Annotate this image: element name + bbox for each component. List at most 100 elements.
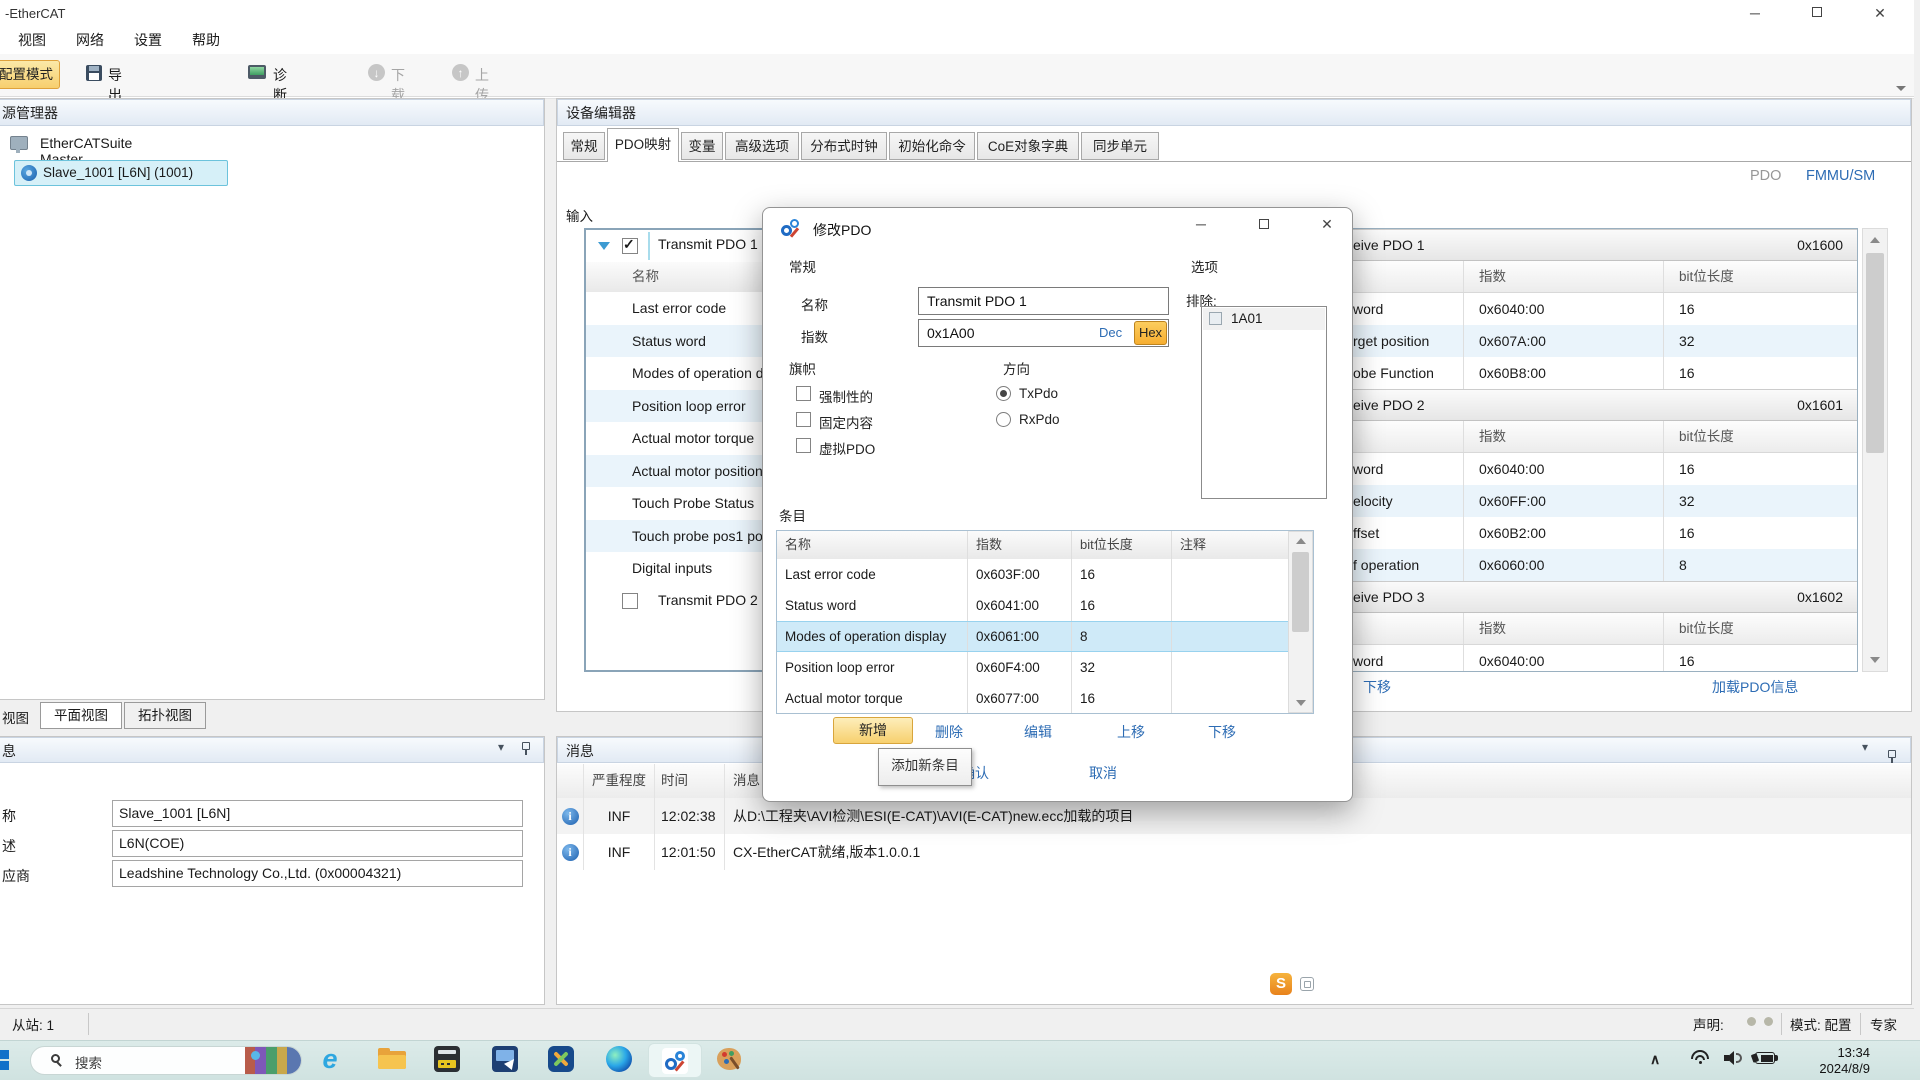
- tree-item-slave[interactable]: Slave_1001 [L6N] (1001): [14, 160, 228, 186]
- dialog-minimize-button[interactable]: ─: [1183, 216, 1219, 232]
- toolbar-overflow-chevron[interactable]: [1896, 86, 1906, 91]
- info-pin-icon[interactable]: [522, 742, 530, 750]
- tab-variables[interactable]: 变量: [681, 132, 723, 160]
- move-up-button[interactable]: 上移: [1117, 722, 1145, 742]
- dir-rxpdo-radio[interactable]: [996, 412, 1011, 427]
- info-desc-value[interactable]: L6N(COE): [112, 830, 523, 857]
- link-pdo[interactable]: PDO: [1750, 168, 1781, 184]
- scroll-up-icon[interactable]: [1870, 237, 1880, 243]
- link-fmmu-sm[interactable]: FMMU/SM: [1806, 168, 1875, 184]
- tx-pdo1-checkbox[interactable]: [622, 238, 638, 254]
- search-daily-image[interactable]: [245, 1047, 302, 1075]
- file-explorer-icon[interactable]: [378, 1048, 406, 1070]
- info-icon: i: [562, 844, 579, 861]
- entry-row[interactable]: Status word0x6041:0016: [777, 590, 1288, 621]
- rx-move-down-link[interactable]: 下移: [1363, 677, 1391, 697]
- dialog-close-button[interactable]: ✕: [1309, 216, 1345, 233]
- messages-collapse-icon[interactable]: ▾: [1862, 740, 1868, 754]
- exclude-item[interactable]: 1A01: [1203, 308, 1325, 330]
- messages-pin-icon[interactable]: [1888, 750, 1896, 758]
- clock[interactable]: 13:34 2024/8/9: [1780, 1045, 1870, 1077]
- volume-icon[interactable]: [1724, 1051, 1744, 1065]
- expert-label: 专家: [1870, 1014, 1897, 1034]
- info-name-value[interactable]: Slave_1001 [L6N]: [112, 800, 523, 827]
- minimize-button[interactable]: ─: [1740, 5, 1770, 21]
- tab-coe-dictionary[interactable]: CoE对象字典: [977, 132, 1079, 160]
- wifi-icon[interactable]: [1690, 1050, 1710, 1066]
- info-collapse-icon[interactable]: ▾: [498, 740, 504, 754]
- tray-chevron-up-icon[interactable]: ∧: [1650, 1051, 1660, 1068]
- flag-virtual-checkbox[interactable]: [796, 438, 811, 453]
- pdo-index-input[interactable]: [918, 319, 1169, 347]
- direction-section-label: 方向: [1003, 358, 1030, 378]
- dir-txpdo-radio[interactable]: [996, 386, 1011, 401]
- menu-item-help[interactable]: 帮助: [192, 30, 220, 50]
- config-mode-button[interactable]: 配置模式: [0, 60, 60, 89]
- exclude-item-checkbox[interactable]: [1209, 312, 1222, 325]
- rx-scrollbar[interactable]: [1862, 228, 1888, 672]
- remote-desktop-icon[interactable]: [492, 1046, 518, 1072]
- scroll-down-icon[interactable]: [1296, 700, 1306, 706]
- options-section-label: 选项: [1191, 256, 1218, 276]
- entries-scrollbar[interactable]: [1288, 531, 1313, 713]
- tab-advanced-options[interactable]: 高级选项: [725, 132, 799, 160]
- message-row[interactable]: i INF 12:01:50 CX-EtherCAT就绪,版本1.0.0.1: [557, 834, 1911, 870]
- tab-topology-view[interactable]: 拓扑视图: [124, 702, 206, 729]
- tx-pdo2-checkbox[interactable]: [622, 593, 638, 609]
- tab-general[interactable]: 常规: [563, 132, 605, 160]
- cx-ethercat-taskbar-active[interactable]: [648, 1043, 702, 1078]
- tab-flat-view[interactable]: 平面视图: [40, 702, 122, 729]
- edge-icon[interactable]: [606, 1046, 632, 1072]
- scroll-up-icon[interactable]: [1296, 538, 1306, 544]
- slave-count: 从站: 1: [12, 1014, 54, 1034]
- status-dot: [1764, 1017, 1773, 1026]
- entry-row[interactable]: Actual motor torque0x6077:0016: [777, 683, 1288, 714]
- menu-item-view[interactable]: 视图: [18, 30, 46, 50]
- pdo-name-input[interactable]: [918, 287, 1169, 315]
- scroll-down-icon[interactable]: [1870, 657, 1880, 663]
- dec-toggle[interactable]: Dec: [1099, 325, 1122, 340]
- battery-icon[interactable]: [1752, 1052, 1778, 1065]
- rx-group-index: 0x1601: [1797, 390, 1857, 420]
- tab-sync-units[interactable]: 同步单元: [1081, 132, 1159, 160]
- hex-toggle[interactable]: Hex: [1134, 321, 1167, 345]
- screen: -EtherCAT ─ ✕ 视图 网络 设置 帮助 配置模式 导出ENI 诊断模…: [0, 0, 1920, 1080]
- entry-row-selected[interactable]: Modes of operation display0x6061:008: [777, 621, 1288, 652]
- add-entry-button[interactable]: 新增: [833, 717, 913, 744]
- sogou-ime-icon[interactable]: S: [1270, 973, 1292, 995]
- flag-mandatory-checkbox[interactable]: [796, 386, 811, 401]
- close-button[interactable]: ✕: [1865, 5, 1895, 22]
- start-button[interactable]: [0, 1050, 10, 1071]
- flag-fixed-checkbox[interactable]: [796, 412, 811, 427]
- maximize-button[interactable]: [1812, 7, 1822, 17]
- dialog-maximize-button[interactable]: [1259, 219, 1269, 229]
- editor-header-label: 设备编辑器: [558, 105, 636, 121]
- tab-distributed-clock[interactable]: 分布式时钟: [801, 132, 887, 160]
- search-box[interactable]: 搜索: [30, 1046, 302, 1075]
- scroll-thumb[interactable]: [1866, 253, 1884, 453]
- tab-pdo-mapping[interactable]: PDO映射: [607, 128, 679, 162]
- load-pdo-info-link[interactable]: 加载PDO信息: [1712, 677, 1798, 697]
- declaration-label: 声明:: [1693, 1014, 1724, 1034]
- label-tool-icon[interactable]: [434, 1046, 460, 1072]
- delete-entry-button[interactable]: 删除: [935, 722, 963, 742]
- exclude-list[interactable]: 1A01: [1201, 306, 1327, 499]
- entry-row[interactable]: Last error code0x603F:0016: [777, 559, 1288, 590]
- paint-icon[interactable]: [717, 1046, 743, 1072]
- cancel-button[interactable]: 取消: [1089, 763, 1117, 783]
- entry-row[interactable]: Position loop error0x60F4:0032: [777, 652, 1288, 683]
- menu-item-settings[interactable]: 设置: [134, 30, 162, 50]
- info-panel-header: 息: [0, 737, 544, 763]
- move-down-button[interactable]: 下移: [1208, 722, 1236, 742]
- menu-item-network[interactable]: 网络: [76, 30, 104, 50]
- scroll-thumb[interactable]: [1292, 552, 1309, 632]
- tab-init-commands[interactable]: 初始化命令: [889, 132, 975, 160]
- message-row[interactable]: i INF 12:02:38 从D:\工程夹\AVI检测\ESI(E-CAT)\…: [557, 798, 1911, 834]
- ime-toolbox-icon[interactable]: [1300, 977, 1314, 991]
- edit-entry-button[interactable]: 编辑: [1024, 722, 1052, 742]
- info-name-label: 称: [2, 806, 16, 826]
- info-vendor-value[interactable]: Leadshine Technology Co.,Ltd. (0x0000432…: [112, 860, 523, 887]
- x-app-icon[interactable]: [548, 1046, 574, 1072]
- ie-icon[interactable]: e: [316, 1044, 344, 1074]
- expand-arrow-icon[interactable]: [598, 242, 610, 250]
